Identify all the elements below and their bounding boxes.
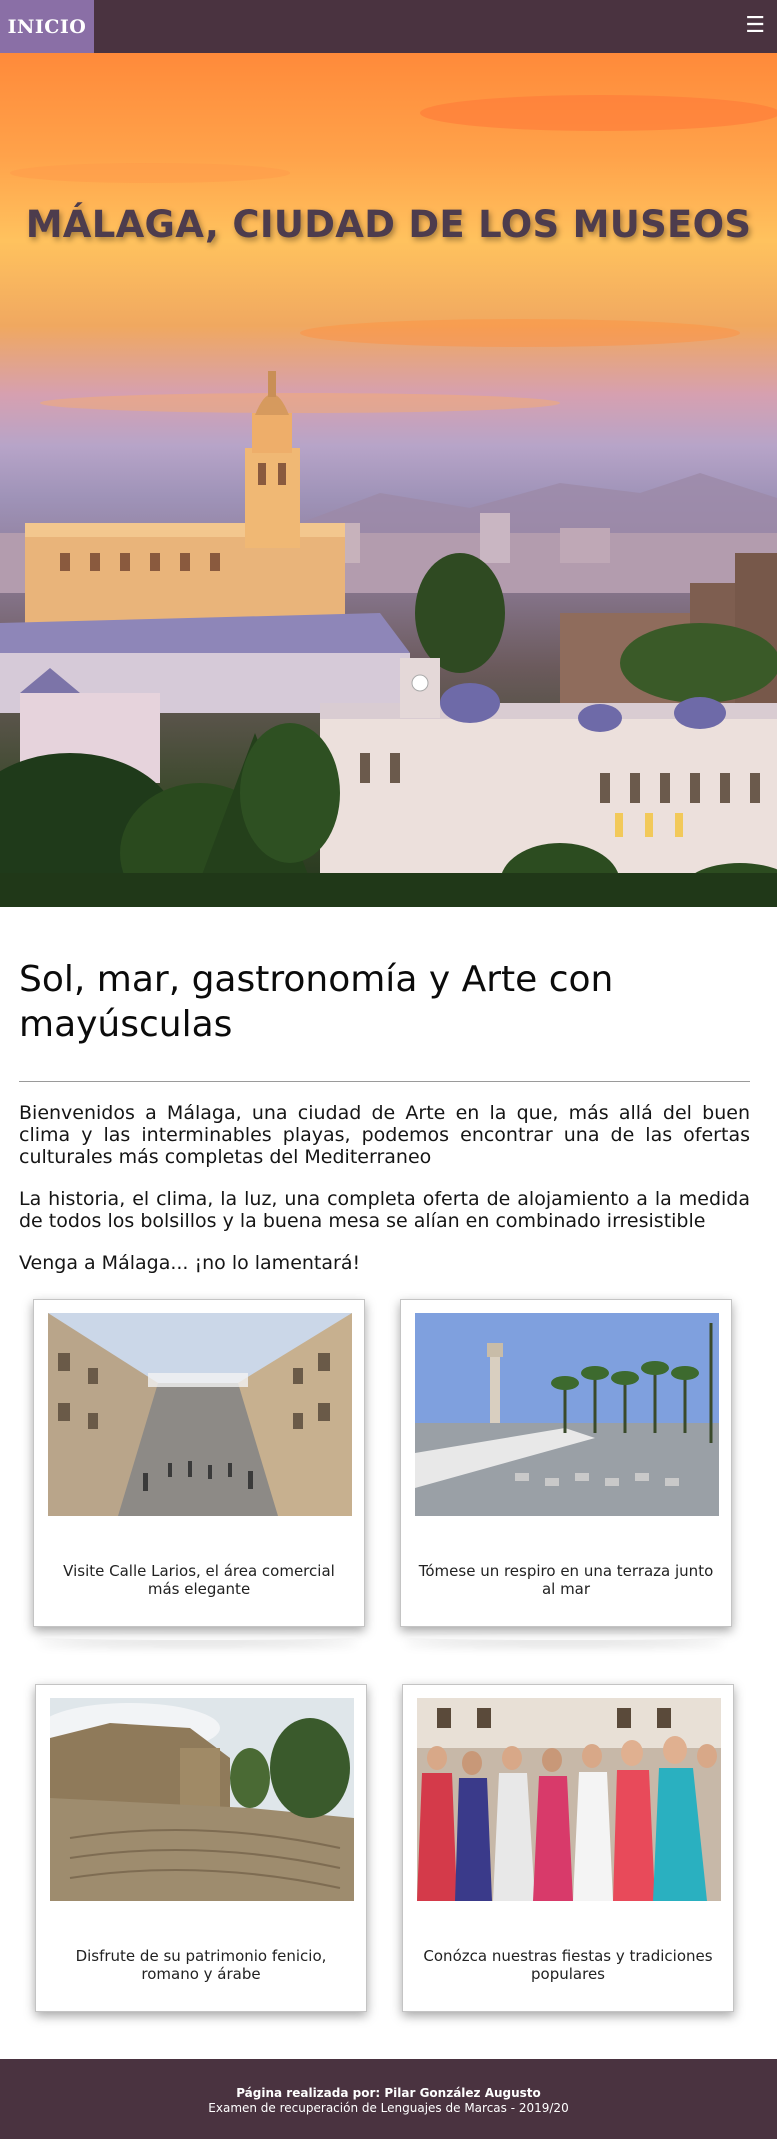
card-caption: Tómese un respiro en una terraza junto a… (418, 1562, 714, 1598)
calle-larios-photo (48, 1313, 352, 1516)
attraction-card[interactable]: Visite Calle Larios, el área comercial m… (33, 1299, 365, 1627)
top-navbar: INICIO ☰ (0, 0, 777, 53)
card-caption: Disfrute de su patrimonio fenicio, roman… (75, 1947, 327, 1983)
intro-paragraph: Venga a Málaga... ¡no lo lamentará! (19, 1252, 361, 1274)
roman-theatre-photo (50, 1698, 354, 1901)
card-shadow (404, 1634, 724, 1640)
attraction-card[interactable]: Disfrute de su patrimonio fenicio, roman… (35, 1684, 367, 2012)
intro-section: Sol, mar, gastronomía y Arte con mayúscu… (0, 957, 777, 1274)
footer-exam: Examen de recuperación de Lenguajes de M… (208, 2101, 569, 2115)
card-caption: Conózca nuestras fiestas y tradiciones p… (423, 1947, 713, 1983)
intro-paragraph: Bienvenidos a Málaga, una ciudad de Arte… (19, 1102, 750, 1168)
intro-paragraph: La historia, el clima, la luz, una compl… (19, 1188, 750, 1232)
hamburger-menu-icon[interactable]: ☰ (745, 13, 765, 39)
attraction-card[interactable]: Conózca nuestras fiestas y tradiciones p… (402, 1684, 734, 2012)
hero-banner: MÁLAGA, CIUDAD DE LOS MUSEOS (0, 53, 777, 907)
seaside-terrace-photo (415, 1313, 719, 1516)
attractions-grid: Visite Calle Larios, el área comercial m… (0, 1299, 777, 2059)
home-link[interactable]: INICIO (0, 0, 94, 53)
footer-author: Página realizada por: Pilar González Aug… (236, 2086, 541, 2100)
card-shadow (38, 1634, 358, 1640)
divider (19, 1081, 750, 1082)
page-heading: Sol, mar, gastronomía y Arte con mayúscu… (19, 959, 614, 1045)
fiesta-flamenca-photo (417, 1698, 721, 1901)
hero-title: MÁLAGA, CIUDAD DE LOS MUSEOS (25, 203, 752, 246)
malaga-skyline-image (0, 95, 777, 907)
page-footer: Página realizada por: Pilar González Aug… (0, 2059, 777, 2139)
attraction-card[interactable]: Tómese un respiro en una terraza junto a… (400, 1299, 732, 1627)
card-caption: Visite Calle Larios, el área comercial m… (63, 1562, 335, 1598)
